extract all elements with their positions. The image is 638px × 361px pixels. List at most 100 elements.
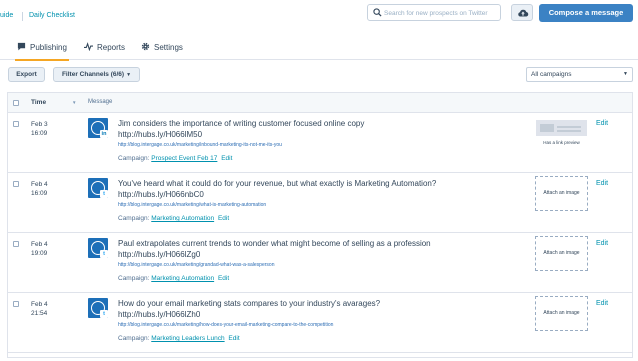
tab-publishing[interactable]: Publishing [15, 42, 69, 61]
row-datetime: Feb 3 16:09 [31, 120, 48, 138]
campaign-name-link[interactable]: Marketing Automation [151, 215, 214, 222]
message-body: How do your email marketing stats compar… [118, 299, 381, 308]
message-body: Jim considers the importance of writing … [118, 119, 365, 128]
short-link[interactable]: http://hubs.ly/H066nbC0 [118, 189, 518, 200]
twitter-icon: t [100, 190, 108, 198]
campaign-name-link[interactable]: Prospect Event Feb 17 [151, 155, 217, 162]
edit-link[interactable]: Edit [596, 180, 608, 187]
full-url-link[interactable]: http://blog.intergage.co.uk/marketing/ho… [118, 322, 333, 328]
campaign-name-link[interactable]: Marketing Leaders Lunch [151, 335, 224, 342]
filter-label: Filter Channels (6/6) [61, 71, 125, 78]
campaign-label: Campaign: [118, 275, 150, 282]
table-row: Feb 4 19:09 t Paul extrapolates current … [8, 233, 632, 293]
column-header-time[interactable]: Time [31, 99, 46, 106]
campaign-edit-link[interactable]: Edit [218, 275, 229, 282]
message-body: You've heard what it could do for your r… [118, 179, 437, 188]
link-preview-caption: Has a link preview [543, 140, 580, 145]
search-input[interactable] [384, 7, 498, 19]
short-link[interactable]: http://hubs.ly/H066lZh0 [118, 309, 518, 320]
top-bar: uide Daily Checklist Compose a message [0, 0, 638, 30]
edit-link[interactable]: Edit [596, 300, 608, 307]
upload-button[interactable] [511, 4, 533, 21]
tab-label: Settings [154, 43, 183, 52]
account-avatar: t [88, 238, 108, 258]
daily-checklist-link[interactable]: Daily Checklist [29, 12, 75, 19]
full-url-link[interactable]: http://blog.intergage.co.uk/marketing/in… [118, 142, 282, 148]
pulse-chart-icon [84, 42, 93, 51]
campaign-edit-link[interactable]: Edit [228, 335, 239, 342]
edit-link[interactable]: Edit [596, 120, 608, 127]
filter-channels-button[interactable]: Filter Channels (6/6) ▼ [53, 67, 140, 82]
cloud-upload-icon [518, 9, 529, 17]
row-checkbox[interactable] [13, 181, 19, 187]
table-row: Feb 4 21:54 t How do your email marketin… [8, 293, 632, 353]
caret-down-icon: ▼ [126, 72, 132, 78]
gear-icon [141, 42, 150, 51]
row-time: 16:09 [31, 190, 48, 197]
row-date: Feb 4 [31, 181, 48, 188]
row-time: 21:54 [31, 310, 48, 317]
full-url-link[interactable]: http://blog.intergage.co.uk/marketing/wh… [118, 202, 266, 208]
row-checkbox[interactable] [13, 121, 19, 127]
table-row: Feb 3 16:09 in Jim considers the importa… [8, 113, 632, 173]
campaign-label: Campaign: [118, 215, 150, 222]
campaign-select[interactable]: All campaigns ▼ [526, 67, 633, 82]
search-icon [373, 8, 382, 17]
tab-bar: Publishing Reports Settings [0, 36, 638, 61]
campaign-info: Campaign: Marketing Leaders Lunch Edit [118, 335, 240, 342]
link-preview[interactable]: Has a link preview [535, 120, 588, 157]
table-row: Feb 4 16:09 t You've heard what it could… [8, 173, 632, 233]
row-datetime: Feb 4 16:09 [31, 180, 48, 198]
row-checkbox[interactable] [13, 241, 19, 247]
campaign-name-link[interactable]: Marketing Automation [151, 275, 214, 282]
attach-image-dropzone[interactable]: Attach an image [535, 236, 588, 271]
guide-link[interactable]: uide [0, 12, 13, 19]
message-text: How do your email marketing stats compar… [118, 298, 518, 320]
twitter-icon: t [100, 310, 108, 318]
row-date: Feb 4 [31, 241, 48, 248]
table-header: Time ▼ Message [8, 93, 632, 113]
campaign-info: Campaign: Marketing Automation Edit [118, 275, 229, 282]
linkedin-icon: in [100, 130, 108, 138]
account-avatar: in [88, 118, 108, 138]
message-text: You've heard what it could do for your r… [118, 178, 518, 200]
tab-label: Publishing [30, 43, 67, 52]
prospect-search[interactable] [367, 4, 501, 21]
message-body: Paul extrapolates current trends to wond… [118, 239, 431, 248]
tab-settings[interactable]: Settings [141, 42, 183, 60]
campaign-info: Campaign: Marketing Automation Edit [118, 215, 229, 222]
export-button[interactable]: Export [8, 67, 45, 82]
link-divider [22, 12, 23, 21]
attach-image-dropzone[interactable]: Attach an image [535, 176, 588, 211]
column-header-message: Message [88, 99, 113, 105]
campaign-edit-link[interactable]: Edit [218, 215, 229, 222]
row-date: Feb 3 [31, 121, 48, 128]
row-datetime: Feb 4 19:09 [31, 240, 48, 258]
row-time: 16:09 [31, 130, 48, 137]
campaign-edit-link[interactable]: Edit [221, 155, 232, 162]
short-link[interactable]: http://hubs.ly/H066lZg0 [118, 249, 518, 260]
tab-reports[interactable]: Reports [84, 42, 125, 60]
row-time: 19:09 [31, 250, 48, 257]
full-url-link[interactable]: http://blog.intergage.co.uk/marketing/gr… [118, 262, 274, 268]
row-datetime: Feb 4 21:54 [31, 300, 48, 318]
short-link[interactable]: http://hubs.ly/H066lM50 [118, 129, 518, 140]
scheduled-messages-table: Time ▼ Message Feb 3 16:09 in Jim consid… [7, 92, 633, 358]
tab-label: Reports [97, 43, 126, 52]
message-text: Jim considers the importance of writing … [118, 118, 518, 140]
row-checkbox[interactable] [13, 301, 19, 307]
twitter-icon: t [100, 250, 108, 258]
message-text: Paul extrapolates current trends to wond… [118, 238, 518, 260]
speech-bubble-icon [17, 42, 26, 51]
select-all-checkbox[interactable] [13, 100, 19, 106]
edit-link[interactable]: Edit [596, 240, 608, 247]
campaign-select-value: All campaigns [531, 71, 572, 78]
campaign-info: Campaign: Prospect Event Feb 17 Edit [118, 155, 232, 162]
dropdown-arrow-icon: ▼ [623, 71, 628, 77]
attach-image-dropzone[interactable]: Attach an image [535, 296, 588, 331]
link-preview-thumbnail [536, 120, 587, 136]
compose-message-button[interactable]: Compose a message [539, 4, 633, 22]
sort-desc-icon[interactable]: ▼ [72, 100, 76, 105]
account-avatar: t [88, 298, 108, 318]
account-avatar: t [88, 178, 108, 198]
